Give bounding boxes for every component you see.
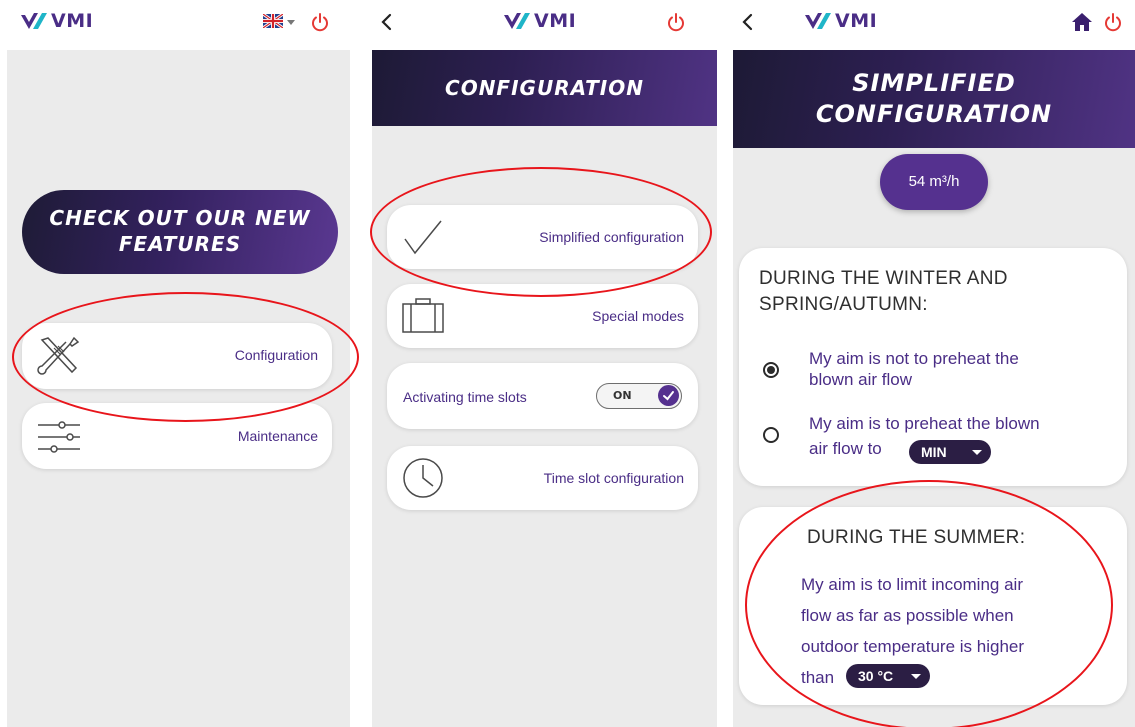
vmi-logo-icon [805,13,831,29]
menu-item-time-slot-configuration[interactable]: Time slot configuration [387,446,698,510]
menu-item-special-modes[interactable]: Special modes [387,284,698,348]
page-title: SIMPLIFIED CONFIGURATION [733,50,1135,148]
composite-screenshot: VMI CHECK OUT OUR NEW FEATURES Configura… [0,0,1135,727]
power-icon[interactable] [666,12,686,32]
top-bar: VMI [7,0,350,50]
radio-preheat[interactable] [763,427,779,443]
vmi-logo: VMI [21,10,93,32]
airflow-badge: 54 m³/h [880,154,988,210]
time-slots-toggle-row: Activating time slots ON [387,363,698,429]
check-icon [658,385,679,406]
toggle-state-text: ON [613,389,632,402]
cta-line2: FEATURES [118,232,242,256]
checkmark-icon [404,220,442,255]
radio-no-preheat[interactable] [763,362,779,378]
top-bar: VMI [372,0,717,50]
title-line2: CONFIGURATION [815,100,1053,128]
chevron-down-icon [911,674,921,679]
home-screen: VMI CHECK OUT OUR NEW FEATURES Configura… [7,0,350,727]
power-icon[interactable] [1103,12,1123,32]
simplified-configuration-screen: VMI SIMPLIFIED CONFIGURATION 54 m³/h DUR… [733,0,1135,727]
uk-flag-icon[interactable] [263,14,283,28]
winter-title: DURING THE WINTER AND SPRING/AUTUMN: [759,268,1008,315]
configuration-screen: VMI CONFIGURATION Simplified configurati… [372,0,717,727]
suitcase-icon [402,298,444,333]
configuration-label: Configuration [234,347,318,363]
power-icon[interactable] [310,12,330,32]
title-line1: SIMPLIFIED [852,69,1016,97]
winter-card: DURING THE WINTER AND SPRING/AUTUMN: My … [739,248,1127,486]
cta-line1: CHECK OUT OUR NEW [49,206,311,230]
preheat-level-value: MIN [921,444,947,460]
back-icon[interactable] [739,10,757,34]
vmi-logo: VMI [805,10,877,32]
temperature-value: 30 °C [858,668,894,684]
maintenance-label: Maintenance [237,428,318,444]
tools-icon [37,336,80,375]
summer-card: DURING THE SUMMER: My aim is to limit in… [739,507,1127,705]
language-dropdown-icon[interactable] [287,20,295,25]
home-icon[interactable] [1071,12,1093,32]
page-title: CONFIGURATION [372,50,717,126]
menu-item-configuration[interactable]: Configuration [22,323,332,389]
special-modes-label: Special modes [592,308,684,324]
back-icon[interactable] [378,10,396,34]
temperature-dropdown[interactable]: 30 °C [846,664,930,688]
summer-title: DURING THE SUMMER: [807,527,1026,548]
new-features-button[interactable]: CHECK OUT OUR NEW FEATURES [22,190,338,274]
simplified-configuration-label: Simplified configuration [539,229,684,245]
time-slot-configuration-label: Time slot configuration [543,470,684,486]
chevron-down-icon [972,450,982,455]
sliders-icon [38,421,80,453]
top-bar: VMI [733,0,1135,50]
menu-item-simplified-configuration[interactable]: Simplified configuration [387,205,698,269]
time-slots-label: Activating time slots [403,389,527,405]
menu-item-maintenance[interactable]: Maintenance [22,403,332,469]
clock-icon [403,458,443,498]
vmi-logo-icon [21,13,47,29]
vmi-logo-icon [504,13,530,29]
option-no-preheat-text: My aim is not to preheat the blown air f… [809,349,1019,389]
time-slots-toggle[interactable]: ON [596,383,682,409]
preheat-level-dropdown[interactable]: MIN [909,440,991,464]
vmi-logo: VMI [504,10,576,32]
